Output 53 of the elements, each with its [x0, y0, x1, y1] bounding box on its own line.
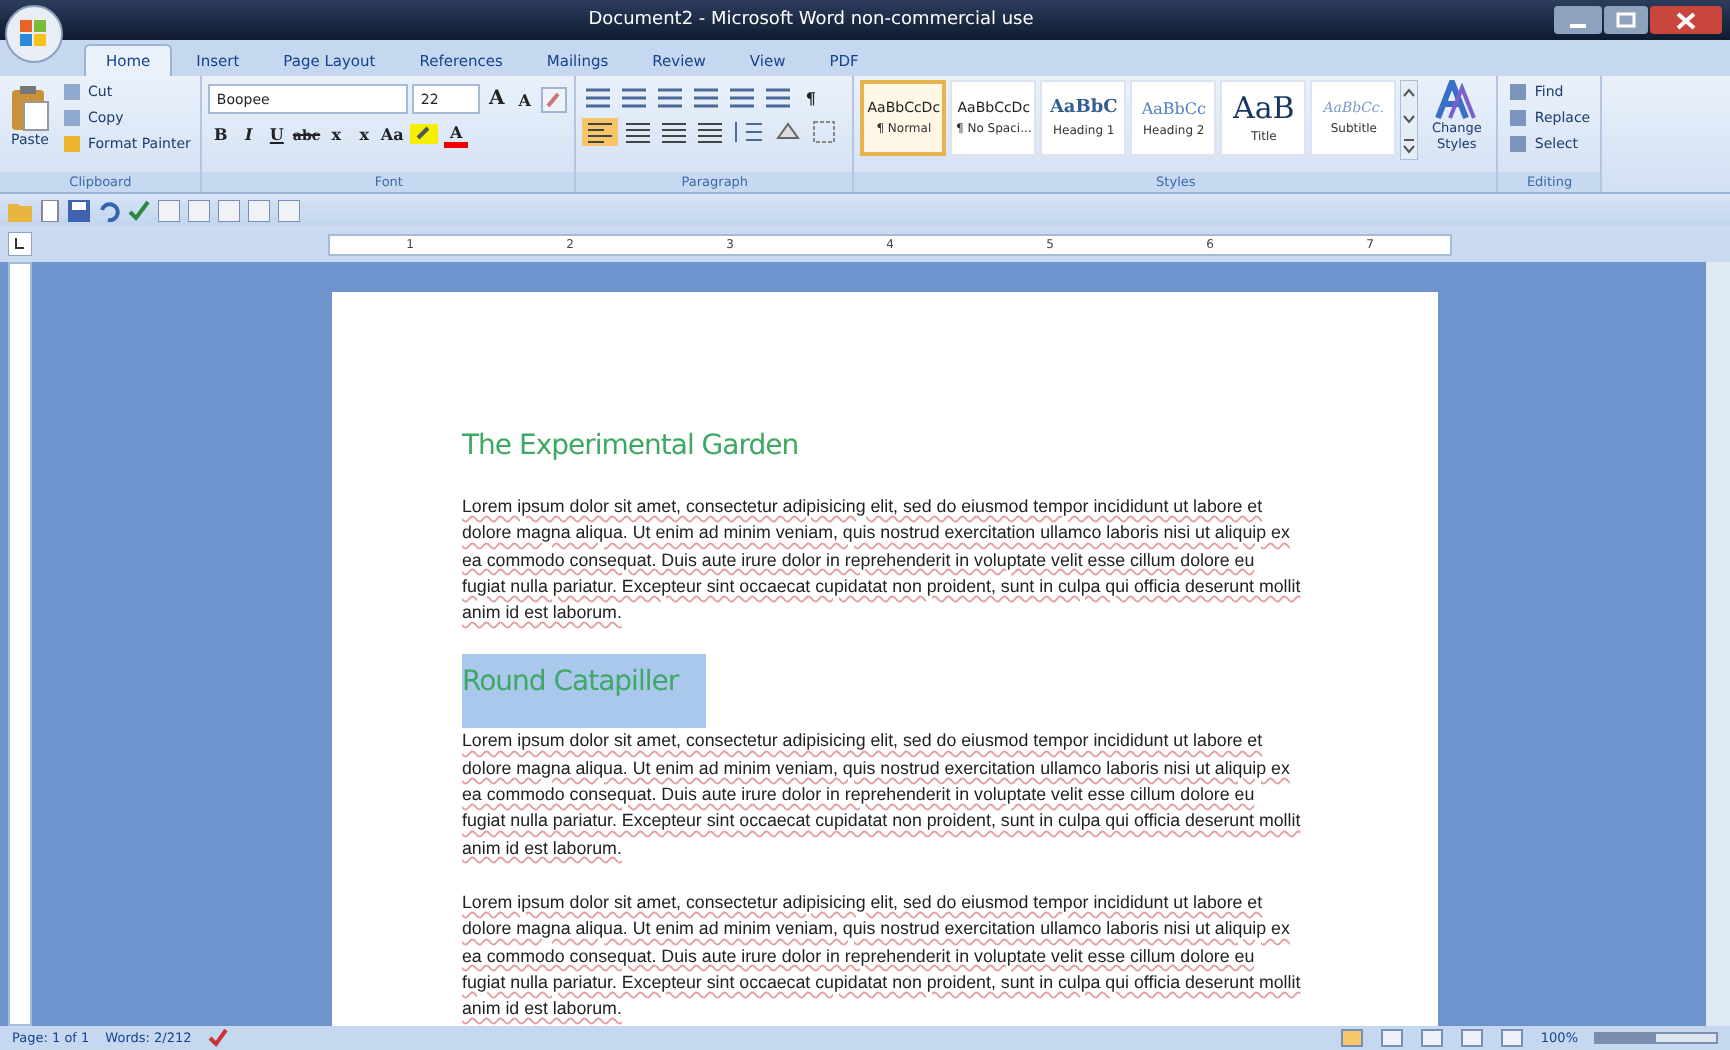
heading: The Experimental Garden — [462, 428, 799, 466]
list-icon[interactable] — [618, 84, 651, 112]
view-icon[interactable] — [1500, 1028, 1525, 1048]
toolbar-icon[interactable] — [158, 199, 180, 221]
view-icon[interactable] — [1340, 1028, 1365, 1048]
list-icon[interactable] — [726, 84, 759, 112]
list-icon[interactable] — [762, 84, 795, 112]
letters-icon — [1434, 80, 1479, 120]
align-icon[interactable] — [622, 118, 655, 146]
maximize-icon[interactable] — [1604, 6, 1648, 34]
undo-icon[interactable] — [98, 199, 120, 221]
proofing-icon[interactable] — [207, 1028, 232, 1048]
gallery-scroll-icon[interactable] — [1400, 80, 1419, 160]
check-icon[interactable] — [128, 199, 150, 221]
zoom-slider[interactable] — [1594, 1032, 1718, 1044]
page-icon[interactable] — [40, 199, 60, 221]
toolbar-icon[interactable] — [218, 199, 240, 221]
align-left-icon[interactable] — [582, 118, 619, 146]
close-icon[interactable] — [1650, 6, 1722, 34]
view-icon[interactable] — [1460, 1028, 1485, 1048]
minimize-icon[interactable] — [1554, 6, 1602, 34]
font-color-button[interactable]: A — [444, 120, 469, 148]
toolbar-icon[interactable] — [278, 199, 300, 221]
align-icon[interactable] — [658, 118, 691, 146]
window-title: Document2 - Microsoft Word non-commercial use — [586, 10, 1036, 30]
format-button[interactable]: x — [352, 120, 377, 148]
save-icon[interactable] — [68, 199, 90, 221]
format-button[interactable]: I — [236, 120, 261, 148]
eraser-icon[interactable] — [540, 85, 569, 113]
paragraph: Lorem ipsum dolor sit amet, consectetur adipisicing elit, sed do eiusmod tempor incididunt ut labore et dolore magna aliqua. Ut enim ad minim veniam, quis nostrud exercitation ullamco laboris nisi ut aliquip ex ea commodo consequat. Duis aute irure dolor in reprehenderit in voluptate velit esse cillum dolore eu fugiat nulla pariatur. Excepteur sint occaecat cupidatat non proident, sunt in culpa qui officia deserunt mollit anim id est laborum. — [462, 728, 1302, 862]
list-icon[interactable] — [690, 84, 723, 112]
format-button[interactable]: B — [208, 120, 233, 148]
shrink-font-button[interactable]: A — [512, 85, 537, 113]
paragraph: Lorem ipsum dolor sit amet, consectetur adipisicing elit, sed do eiusmod tempor incididunt ut labore et dolore magna aliqua. Ut enim ad minim veniam, quis nostrud exercitation ullamco laboris nisi ut aliquip ex ea commodo consequat. Duis aute irure dolor in reprehenderit in voluptate velit esse cillum dolore eu fugiat nulla pariatur. Excepteur sint occaecat cupidatat non proident, sunt in culpa qui officia deserunt mollit anim id est laborum. — [462, 889, 1302, 1023]
highlighter-icon[interactable] — [408, 120, 441, 148]
toolbar-icon[interactable] — [248, 199, 270, 221]
view-icon[interactable] — [1380, 1028, 1405, 1048]
heading: Round Catapiller — [462, 654, 707, 729]
clipboard-icon — [10, 84, 50, 132]
tab-selector-icon[interactable] — [8, 232, 32, 256]
pilcrow-button[interactable]: ¶ — [798, 84, 823, 112]
format-button[interactable]: U — [264, 120, 289, 148]
list-icon[interactable] — [654, 84, 687, 112]
format-button[interactable]: Aa — [380, 120, 405, 148]
line-spacing-icon[interactable] — [730, 118, 767, 146]
grow-font-button[interactable]: A — [484, 85, 509, 113]
scrollbar[interactable] — [1706, 262, 1730, 1026]
toolbar-icon[interactable] — [188, 199, 210, 221]
list-icon[interactable] — [582, 84, 615, 112]
paragraph: Lorem ipsum dolor sit amet, consectetur adipisicing elit, sed do eiusmod tempor incididunt ut labore et dolore magna aliqua. Ut enim ad minim veniam, quis nostrud exercitation ullamco laboris nisi ut aliquip ex ea commodo consequat. Duis aute irure dolor in reprehenderit in voluptate velit esse cillum dolore eu fugiat nulla pariatur. Excepteur sint occaecat cupidatat non proident, sunt in culpa qui officia deserunt mollit anim id est laborum. — [462, 494, 1302, 627]
align-icon[interactable] — [694, 118, 727, 146]
view-icon[interactable] — [1420, 1028, 1445, 1048]
format-button[interactable]: x — [324, 120, 349, 148]
